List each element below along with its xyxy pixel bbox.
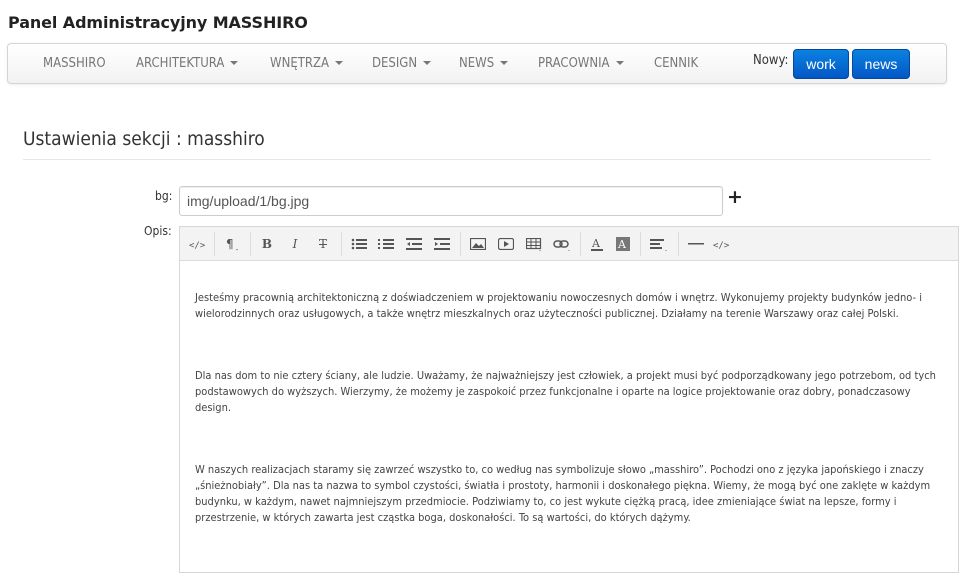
background-color-icon[interactable]: A	[612, 232, 634, 256]
toolbar-separator	[250, 232, 251, 256]
svg-text:</>: </>	[189, 241, 206, 249]
table-icon[interactable]	[522, 232, 546, 256]
editor-paragraph: Jesteśmy pracownią architektoniczną z do…	[195, 291, 922, 320]
nav-item-label: NEWS	[459, 56, 495, 71]
unordered-list-icon[interactable]	[347, 232, 371, 256]
new-news-button[interactable]: news	[852, 49, 910, 79]
rich-text-editor: </> ¶ B I T A A </> Jesteśmy pracownią a…	[179, 226, 959, 573]
caret-down-icon	[230, 60, 239, 65]
code-view-icon[interactable]: </>	[186, 232, 210, 256]
toolbar-separator	[214, 232, 215, 256]
nav-item-label: WNĘTRZA	[270, 56, 329, 71]
caret-down-icon	[334, 60, 343, 65]
svg-text:A: A	[591, 237, 601, 250]
html-icon[interactable]: </>	[710, 232, 734, 256]
italic-icon[interactable]: I	[284, 232, 306, 256]
opis-label: Opis:	[144, 224, 172, 238]
nowy-label: Nowy:	[753, 53, 789, 68]
nav-item-label: PRACOWNIA	[538, 56, 610, 71]
nav-item-design[interactable]: DESIGN	[372, 56, 432, 71]
bold-icon[interactable]: B	[256, 232, 278, 256]
editor-content-area[interactable]: Jesteśmy pracownią architektoniczną z do…	[195, 290, 947, 572]
caret-down-icon	[615, 60, 624, 65]
nav-item-label: CENNIK	[654, 56, 699, 71]
nav-item-label: DESIGN	[372, 56, 418, 71]
nav-item-news[interactable]: NEWS	[459, 56, 509, 71]
top-navbar: MASSHIRO ARCHITEKTURA WNĘTRZA DESIGN NEW…	[7, 43, 947, 84]
toolbar-separator	[580, 232, 581, 256]
heading-divider	[23, 159, 931, 160]
link-icon[interactable]	[550, 232, 574, 256]
editor-toolbar: </> ¶ B I T A A </>	[180, 227, 958, 261]
nav-item-label: ARCHITEKTURA	[136, 56, 225, 71]
svg-text:¶: ¶	[226, 237, 234, 251]
nav-item-architektura[interactable]: ARCHITEKTURA	[136, 56, 239, 71]
section-heading: Ustawienia sekcji : masshiro	[23, 128, 265, 150]
caret-down-icon	[423, 60, 432, 65]
image-icon[interactable]	[466, 232, 490, 256]
caret-down-icon	[500, 60, 509, 65]
align-icon[interactable]	[646, 232, 672, 256]
nav-item-pracownia[interactable]: PRACOWNIA	[538, 56, 624, 71]
outdent-icon[interactable]	[402, 232, 426, 256]
nav-item-wnetrza[interactable]: WNĘTRZA	[270, 56, 343, 71]
editor-paragraph: W naszych realizacjach staramy się zawrz…	[195, 463, 931, 524]
paragraph-style-icon[interactable]: ¶	[220, 232, 244, 256]
ordered-list-icon[interactable]	[374, 232, 398, 256]
svg-text:</>: </>	[713, 241, 730, 249]
indent-icon[interactable]	[430, 232, 454, 256]
editor-paragraph: Dla nas dom to nie cztery ściany, ale lu…	[195, 369, 936, 414]
toolbar-separator	[640, 232, 641, 256]
nav-item-label: MASSHIRO	[43, 56, 106, 71]
toolbar-separator	[460, 232, 461, 256]
nav-item-cennik[interactable]: CENNIK	[654, 56, 698, 71]
new-work-button[interactable]: work	[793, 49, 849, 79]
add-icon[interactable]: +	[727, 187, 743, 207]
nav-item-masshiro[interactable]: MASSHIRO	[43, 56, 106, 71]
strikethrough-icon[interactable]: T	[312, 232, 334, 256]
horizontal-rule-icon[interactable]	[684, 232, 708, 256]
video-icon[interactable]	[494, 232, 518, 256]
toolbar-separator	[678, 232, 679, 256]
app-title: Panel Administracyjny MASSHIRO	[8, 13, 308, 32]
font-color-icon[interactable]: A	[586, 232, 608, 256]
bg-path-input[interactable]	[179, 186, 723, 216]
bg-label: bg:	[155, 189, 173, 203]
svg-text:A: A	[617, 238, 627, 251]
toolbar-separator	[341, 232, 342, 256]
